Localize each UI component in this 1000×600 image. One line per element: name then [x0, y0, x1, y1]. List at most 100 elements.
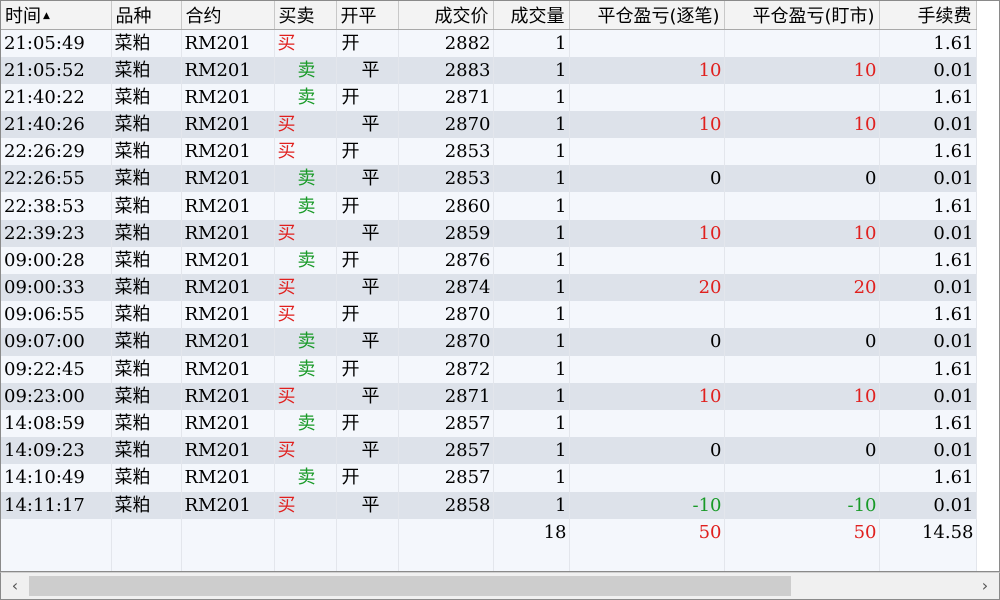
- cell-time: 21:40:22: [1, 83, 112, 111]
- cell-pnl-mtm: 0: [724, 165, 880, 193]
- cell-fee: 1.61: [879, 246, 977, 274]
- cell-pnl-trade: [569, 83, 725, 111]
- cell-time: 21:05:52: [1, 56, 112, 84]
- cell-pnl-mtm: -10: [724, 491, 880, 519]
- horizontal-scrollbar[interactable]: ‹ ›: [0, 572, 1000, 600]
- cell-contract: RM201: [181, 437, 275, 465]
- cell-offset: 开: [336, 138, 399, 166]
- table-row[interactable]: 22:39:23 菜粕 RM201 买平 2859 1 10 10 0.01: [1, 219, 977, 247]
- scroll-right-arrow-icon[interactable]: ›: [971, 573, 999, 599]
- cell-volume: 1: [493, 219, 570, 247]
- cell-offset: 平: [336, 491, 399, 519]
- cell-volume: 1: [493, 274, 570, 302]
- table-row[interactable]: 14:09:23 菜粕 RM201 买平 2857 1 0 0 0.01: [1, 437, 977, 465]
- cell-price: 2871: [398, 83, 494, 111]
- cell-fee: 0.01: [879, 328, 977, 356]
- cell-side: 买: [274, 437, 337, 465]
- cell-pnl-trade: 20: [569, 274, 725, 302]
- column-header-variety[interactable]: 品种: [111, 1, 182, 30]
- cell-pnl-mtm: [724, 301, 880, 329]
- table-row[interactable]: 09:00:33 菜粕 RM201 买平 2874 1 20 20 0.01: [1, 274, 977, 302]
- side-label: 买: [277, 222, 296, 244]
- cell-time: 09:00:28: [1, 246, 112, 274]
- offset-label: 平: [361, 277, 380, 299]
- cell-contract: RM201: [181, 355, 275, 383]
- cell-fee: 0.01: [879, 110, 977, 139]
- scroll-left-arrow-icon[interactable]: ‹: [1, 573, 29, 599]
- column-header-time[interactable]: 时间 ▲: [1, 1, 112, 30]
- cell-offset: 开: [336, 355, 399, 383]
- cell-fee: 1.61: [879, 192, 977, 220]
- cell-time: 22:39:23: [1, 219, 112, 247]
- cell-contract: RM201: [181, 464, 275, 492]
- cell-offset: 平: [336, 165, 399, 193]
- cell-time: 14:09:23: [1, 437, 112, 465]
- column-header-contract[interactable]: 合约: [181, 1, 275, 30]
- table-row[interactable]: 09:22:45 菜粕 RM201 卖 开 2872 1 1.61: [1, 355, 977, 383]
- cell-price: 2870: [398, 110, 494, 139]
- cell-side: 买: [274, 382, 337, 410]
- cell-time: 14:08:59: [1, 409, 112, 438]
- cell-pnl-mtm: [724, 355, 880, 383]
- cell-variety: 菜粕: [111, 355, 182, 383]
- cell-fee: 0.01: [879, 56, 977, 84]
- cell-fee: 1.61: [879, 355, 977, 383]
- table-row[interactable]: 22:26:55 菜粕 RM201 卖平 2853 1 0 0 0.01: [1, 165, 977, 193]
- side-label: 买: [277, 113, 296, 135]
- offset-label: 平: [361, 385, 380, 407]
- side-label: 买: [277, 141, 296, 163]
- table-row[interactable]: 21:40:22 菜粕 RM201 卖 开 2871 1 1.61: [1, 83, 977, 111]
- side-label: 卖: [297, 86, 316, 108]
- table-row[interactable]: 21:05:52 菜粕 RM201 卖平 2883 1 10 10 0.01: [1, 56, 977, 84]
- scrollbar-thumb[interactable]: [29, 576, 791, 596]
- cell-time: 21:40:26: [1, 110, 112, 139]
- table-row[interactable]: 09:07:00 菜粕 RM201 卖平 2870 1 0 0 0.01: [1, 328, 977, 356]
- cell-side: 买: [274, 274, 337, 302]
- column-header-volume[interactable]: 成交量: [493, 1, 570, 30]
- cell-fee: 0.01: [879, 165, 977, 193]
- cell-offset: 平: [336, 110, 399, 139]
- column-header-offset[interactable]: 开平: [336, 1, 399, 30]
- column-header-fee[interactable]: 手续费: [879, 1, 977, 30]
- sort-ascending-icon: ▲: [43, 10, 50, 21]
- cell-pnl-trade: 0: [569, 328, 725, 356]
- table-row[interactable]: 09:23:00 菜粕 RM201 买平 2871 1 10 10 0.01: [1, 382, 977, 410]
- cell-price: 2874: [398, 274, 494, 302]
- cell-volume: 1: [493, 328, 570, 356]
- column-header-side[interactable]: 买卖: [274, 1, 337, 30]
- cell-contract: RM201: [181, 274, 275, 302]
- cell-offset: 开: [336, 192, 399, 220]
- cell-variety: 菜粕: [111, 165, 182, 193]
- cell-price: 2859: [398, 219, 494, 247]
- cell-offset: 平: [336, 437, 399, 465]
- offset-label: 平: [361, 168, 380, 190]
- table-row[interactable]: 22:26:29 菜粕 RM201 买 开 2853 1 1.61: [1, 138, 977, 166]
- column-header-pnl-trade[interactable]: 平仓盈亏(逐笔): [569, 1, 725, 30]
- cell-side: 卖: [274, 464, 337, 492]
- table-row[interactable]: 21:05:49 菜粕 RM201 买 开 2882 1 1.61: [1, 29, 977, 57]
- column-header-price[interactable]: 成交价: [398, 1, 494, 30]
- cell-price: 2870: [398, 301, 494, 329]
- table-row[interactable]: 21:40:26 菜粕 RM201 买平 2870 1 10 10 0.01: [1, 110, 977, 139]
- table-row[interactable]: 09:06:55 菜粕 RM201 买 开 2870 1 1.61: [1, 301, 977, 329]
- table-row[interactable]: 09:00:28 菜粕 RM201 卖 开 2876 1 1.61: [1, 246, 977, 274]
- cell-volume: 1: [493, 437, 570, 465]
- cell-volume: 1: [493, 138, 570, 166]
- table-row[interactable]: 14:11:17 菜粕 RM201 买平 2858 1 -10 -10 0.01: [1, 491, 977, 519]
- cell-pnl-trade: [569, 409, 725, 438]
- cell-contract: RM201: [181, 301, 275, 329]
- totals-empty-cell: [336, 518, 399, 546]
- column-header-pnl-mtm[interactable]: 平仓盈亏(盯市): [724, 1, 880, 30]
- cell-fee: 0.01: [879, 491, 977, 519]
- table-row[interactable]: 14:10:49 菜粕 RM201 卖 开 2857 1 1.61: [1, 464, 977, 492]
- cell-price: 2857: [398, 464, 494, 492]
- offset-label: 开: [341, 141, 360, 163]
- cell-variety: 菜粕: [111, 464, 182, 492]
- cell-pnl-mtm: [724, 29, 880, 57]
- table-row[interactable]: 22:38:53 菜粕 RM201 卖 开 2860 1 1.61: [1, 192, 977, 220]
- offset-label: 开: [341, 32, 360, 54]
- side-label: 卖: [297, 358, 316, 380]
- table-row[interactable]: 14:08:59 菜粕 RM201 卖 开 2857 1 1.61: [1, 409, 977, 438]
- cell-volume: 1: [493, 246, 570, 274]
- totals-row: 18 50 50 14.58: [1, 518, 977, 546]
